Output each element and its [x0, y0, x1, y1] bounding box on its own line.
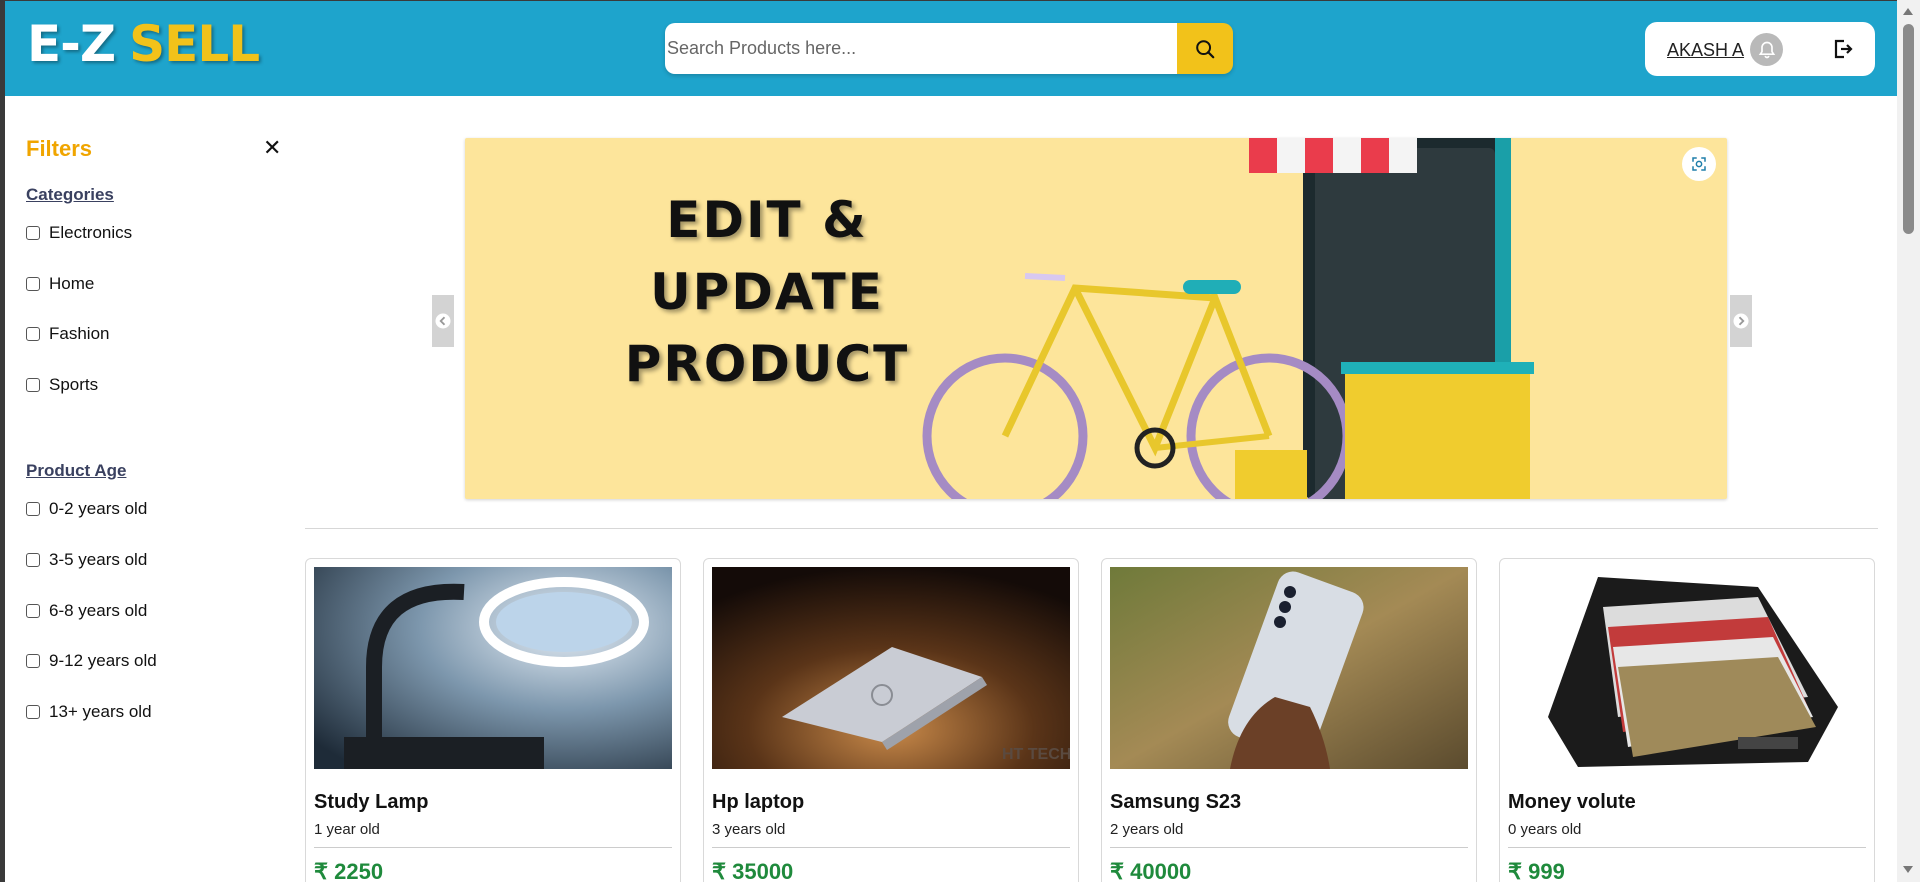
filter-label: Sports: [49, 375, 99, 394]
product-price: ₹ 999: [1508, 859, 1565, 882]
product-name: Samsung S23: [1110, 791, 1242, 813]
product-image-study-lamp: [314, 567, 672, 769]
site-logo[interactable]: E-Z SELL: [27, 15, 260, 73]
product-age: 2 years old: [1110, 821, 1184, 838]
checkbox[interactable]: [26, 327, 40, 341]
filter-age-0-2[interactable]: 0-2 years old: [26, 499, 147, 519]
checkbox[interactable]: [26, 654, 40, 668]
filters-title: Filters: [26, 136, 93, 161]
filter-category-electronics[interactable]: Electronics: [26, 223, 132, 243]
search-button[interactable]: [1177, 23, 1233, 74]
filter-age-3-5[interactable]: 3-5 years old: [26, 550, 147, 570]
product-name: Hp laptop: [712, 791, 805, 813]
card-divider: [314, 847, 672, 848]
chevron-right-icon: [1733, 313, 1749, 329]
product-age: 1 year old: [314, 821, 380, 838]
logout-icon: [1834, 39, 1853, 59]
logo-text-ez: E-Z: [27, 15, 116, 73]
close-icon[interactable]: ✕: [263, 136, 281, 161]
filter-label: 0-2 years old: [49, 499, 148, 518]
promo-banner[interactable]: EDIT & UPDATE PRODUCT: [465, 138, 1727, 499]
svg-text:HT TECH: HT TECH: [1002, 746, 1070, 763]
notification-avatar[interactable]: [1750, 33, 1783, 66]
search-icon: [1196, 39, 1215, 58]
product-card[interactable]: Study Lamp 1 year old ₹ 2250: [305, 558, 681, 882]
search-bar: [665, 23, 1233, 74]
filter-age-13-plus[interactable]: 13+ years old: [26, 702, 152, 722]
filter-label: 9-12 years old: [49, 651, 157, 670]
filter-age-6-8[interactable]: 6-8 years old: [26, 601, 147, 621]
product-image-money-volute: [1508, 567, 1866, 769]
product-age: 0 years old: [1508, 821, 1582, 838]
expand-image-button[interactable]: [1682, 147, 1716, 181]
checkbox[interactable]: [26, 705, 40, 719]
product-age: 3 years old: [712, 821, 786, 838]
logout-button[interactable]: [1831, 37, 1855, 61]
carousel-prev-button[interactable]: [432, 295, 454, 347]
product-name: Study Lamp: [314, 791, 429, 813]
checkbox[interactable]: [26, 604, 40, 618]
expand-icon: [1692, 157, 1706, 171]
checkbox[interactable]: [26, 226, 40, 240]
card-divider: [712, 847, 1070, 848]
app-window: E-ZSELL AKASH A: [5, 1, 1897, 882]
filters-sidebar: Filters ✕ Categories Electronics Home Fa…: [5, 96, 295, 882]
product-price: ₹ 2250: [314, 859, 384, 882]
product-card[interactable]: Samsung S23 2 years old ₹ 40000: [1101, 558, 1477, 882]
top-header: E-ZSELL AKASH A: [5, 1, 1897, 96]
filter-label: Fashion: [49, 324, 110, 343]
checkbox[interactable]: [26, 502, 40, 516]
product-image-hp-laptop: HT TECH: [712, 567, 1070, 769]
product-card[interactable]: HT TECH Hp laptop 3 years old ₹ 35000: [703, 558, 1079, 882]
bell-icon: [1758, 41, 1775, 58]
categories-title: Categories: [26, 185, 114, 204]
user-name-link[interactable]: AKASH A: [1667, 40, 1744, 61]
search-input[interactable]: [665, 23, 1177, 74]
filter-category-home[interactable]: Home: [26, 274, 94, 294]
checkbox[interactable]: [26, 277, 40, 291]
page-scrollbar[interactable]: [1897, 0, 1920, 882]
filter-age-9-12[interactable]: 9-12 years old: [26, 651, 157, 671]
filter-label: 6-8 years old: [49, 601, 148, 620]
card-divider: [1508, 847, 1866, 848]
filter-label: Home: [49, 274, 95, 293]
chevron-left-icon: [435, 313, 451, 329]
banner-illustration: [922, 138, 1534, 499]
filter-category-fashion[interactable]: Fashion: [26, 324, 109, 344]
product-age-title: Product Age: [26, 461, 127, 480]
logo-text-sell: SELL: [129, 15, 260, 73]
user-menu: AKASH A: [1645, 22, 1875, 76]
scroll-thumb[interactable]: [1903, 24, 1914, 234]
filter-label: Electronics: [49, 223, 133, 242]
carousel-next-button[interactable]: [1730, 295, 1752, 347]
filter-label: 3-5 years old: [49, 550, 148, 569]
product-price: ₹ 40000: [1110, 859, 1192, 882]
checkbox[interactable]: [26, 553, 40, 567]
scroll-up-arrow-icon[interactable]: [1903, 8, 1913, 15]
product-card[interactable]: Money volute 0 years old ₹ 999: [1499, 558, 1875, 882]
awning: [1249, 138, 1417, 173]
scroll-down-arrow-icon[interactable]: [1903, 866, 1913, 873]
filter-category-sports[interactable]: Sports: [26, 375, 98, 395]
product-image-samsung-s23: [1110, 567, 1468, 769]
card-divider: [1110, 847, 1468, 848]
product-price: ₹ 35000: [712, 859, 794, 882]
filter-label: 13+ years old: [49, 702, 152, 721]
section-divider: [305, 528, 1878, 529]
product-name: Money volute: [1508, 791, 1636, 813]
checkbox[interactable]: [26, 378, 40, 392]
